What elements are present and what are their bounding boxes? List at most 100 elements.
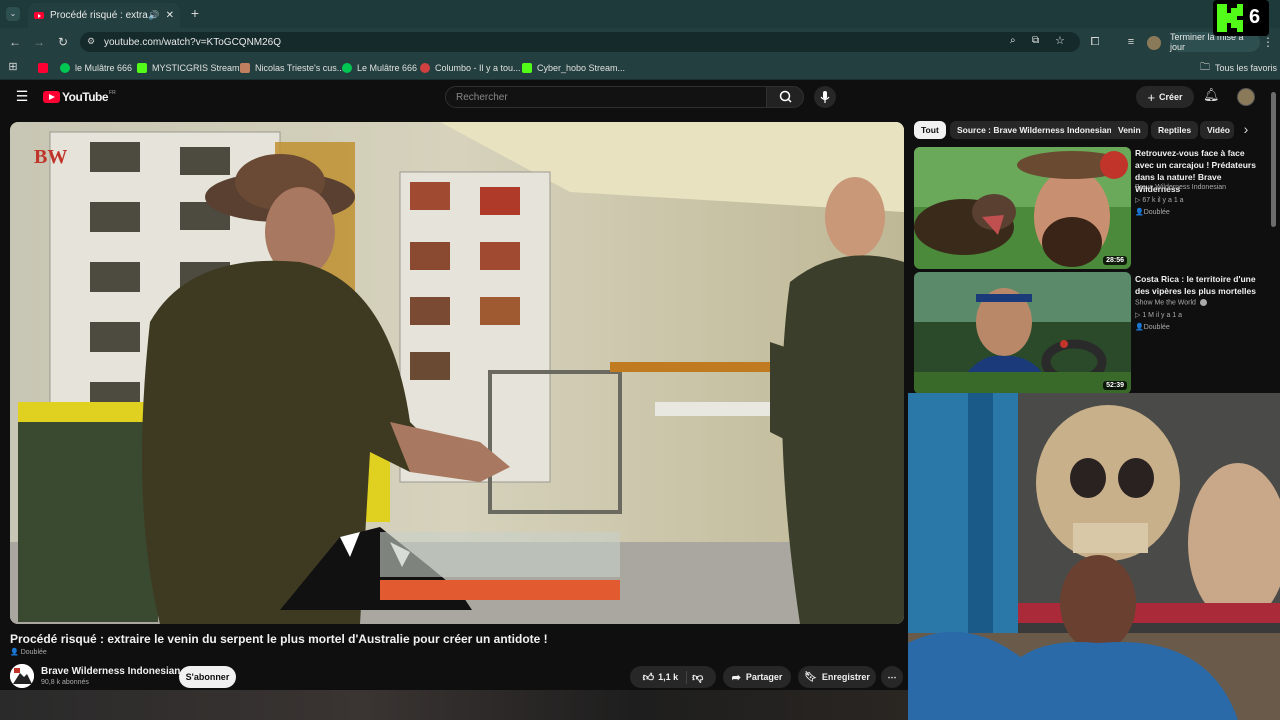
tab-search-icon[interactable]: ⌄ [6, 7, 20, 21]
bookmark-star-icon[interactable]: ☆ [1055, 34, 1065, 47]
channel-watermark: BW [34, 146, 68, 168]
bookmark-item[interactable]: Cyber_hobo Stream... [522, 61, 625, 75]
search-input[interactable]: Rechercher [445, 86, 767, 108]
bookmark-favicon-icon [342, 63, 352, 73]
bookmark-favicon-icon [240, 63, 250, 73]
search-button[interactable] [766, 86, 804, 108]
search-icon [779, 90, 792, 103]
folder-icon: 🗀 [1200, 61, 1210, 73]
recommendation-channel[interactable]: Show Me the World [1135, 299, 1207, 306]
region-code: FR [109, 90, 116, 96]
thumbs-down-icon[interactable]: 👎︎ [692, 671, 703, 684]
channel-logo-icon [10, 664, 34, 688]
url-text: youtube.com/watch?v=KToGCQNM26Q [104, 36, 282, 48]
bookmark-item[interactable]: le Mulâtre 666 [60, 61, 132, 75]
back-icon[interactable]: ← [8, 36, 22, 48]
recommendation-title[interactable]: Costa Rica : le territoire d'une des vip… [1135, 273, 1265, 297]
kick-logo-icon [1217, 4, 1243, 32]
youtube-bookmark-icon[interactable] [38, 61, 53, 75]
channel-name[interactable]: Brave Wilderness Indonesian [41, 666, 180, 677]
page-scrollbar[interactable] [1271, 92, 1276, 227]
recommendation-thumbnail[interactable]: 28:56 [914, 147, 1131, 269]
account-avatar[interactable] [1237, 88, 1255, 106]
dubbed-icon: 👤 [1135, 324, 1144, 331]
reload-icon[interactable]: ↻ [56, 36, 70, 48]
subscriber-count: 90,8 k abonnés [41, 679, 89, 686]
bookmark-item[interactable]: Le Mulâtre 666 [342, 61, 417, 75]
chip-all[interactable]: Tout [914, 121, 946, 139]
create-button[interactable]: + Créer [1136, 86, 1194, 108]
share-icon: ➦ [731, 671, 741, 684]
zoom-icon[interactable]: ⌕ [1010, 35, 1016, 46]
bookmark-item[interactable]: Nicolas Trieste's cus... [240, 61, 344, 75]
plus-icon: + [1147, 89, 1156, 105]
youtube-logo[interactable]: YouTube FR [43, 90, 116, 104]
youtube-logo-icon [43, 91, 60, 103]
share-button[interactable]: ➦ Partager [723, 666, 791, 688]
apps-grid-icon[interactable]: ⊞ [7, 61, 19, 73]
browser-tab-active[interactable]: Procédé risqué : extraire le 🔊 ✕ [28, 3, 180, 28]
bookmark-favicon-icon [60, 63, 70, 73]
recommendation-stats: ▷ 67 k il y a 1 a [1135, 197, 1184, 204]
kick-favicon-icon [137, 63, 147, 73]
like-button[interactable]: 👍︎ 1,1 k [642, 670, 688, 684]
video-player[interactable]: BW [10, 122, 904, 624]
dubbed-icon: 👤 [10, 649, 19, 656]
webcam-image [908, 393, 1280, 720]
all-bookmarks[interactable]: 🗀 Tous les favoris [1200, 61, 1277, 75]
browser-tab-strip: ⌄ Procédé risqué : extraire le 🔊 ✕ + [0, 0, 1280, 28]
youtube-logo-text: YouTube [62, 90, 109, 104]
microphone-icon [820, 91, 830, 103]
youtube-favicon-icon [34, 12, 44, 19]
kick-favicon-icon [522, 63, 532, 73]
reading-list-icon[interactable]: ≡ [1124, 36, 1138, 48]
notifications-bell-icon[interactable]: 🔔︎ [1203, 88, 1220, 101]
new-tab-icon[interactable]: + [188, 6, 202, 20]
dubbed-badge: 👤 Doublée [10, 648, 47, 657]
dubbed-icon: 👤 [1135, 209, 1144, 216]
kick-viewer-badge: 6 [1213, 0, 1269, 36]
recommendation-channel[interactable]: Brave Wilderness Indonesian [1135, 184, 1226, 191]
tab-title: Procédé risqué : extraire le [50, 10, 148, 21]
chevron-right-icon[interactable]: › [1240, 122, 1252, 136]
recommendation-thumbnail[interactable]: 52:39 [914, 272, 1131, 394]
more-actions-button[interactable]: ⋯ [881, 666, 903, 688]
video-duration: 28:56 [1103, 256, 1127, 265]
dubbed-badge: 👤Doublée [1135, 209, 1170, 216]
video-title: Procédé risqué : extraire le venin du se… [10, 632, 548, 646]
extensions-icon[interactable]: ⧠ [1088, 36, 1102, 48]
chip-video[interactable]: Vidéo [1200, 121, 1234, 139]
profile-avatar-icon[interactable] [1147, 36, 1161, 50]
streamer-webcam-overlay [908, 393, 1280, 720]
speaker-icon: 🔊 [148, 10, 160, 20]
address-bar[interactable]: ⚙ youtube.com/watch?v=KToGCQNM26Q ⌕ ⧉ ☆ [80, 32, 1080, 52]
bookmark-icon: 🔖︎ [804, 671, 817, 683]
chip-source[interactable]: Source : Brave Wilderness Indonesian [950, 121, 1119, 139]
bookmark-item[interactable]: Columbo - Il y a tou... [420, 61, 521, 75]
like-dislike-group: 👍︎ 1,1 k 👎︎ [630, 666, 716, 688]
voice-search-button[interactable] [814, 86, 836, 108]
subscribe-button[interactable]: S'abonner [179, 666, 236, 688]
video-duration: 52:39 [1103, 381, 1127, 390]
more-horizontal-icon: ⋯ [887, 671, 897, 682]
thumbs-up-icon: 👍︎ [642, 671, 655, 684]
install-icon[interactable]: ⧉ [1032, 35, 1039, 46]
forward-icon[interactable]: → [32, 36, 46, 48]
kick-viewer-count: 6 [1249, 6, 1261, 28]
bookmarks-bar: ⊞ le Mulâtre 666 MYSTICGRIS Stream... Ni… [0, 56, 1280, 80]
channel-avatar[interactable] [10, 664, 34, 688]
bookmark-item[interactable]: MYSTICGRIS Stream... [137, 61, 247, 75]
thumbnail-image [914, 147, 1131, 269]
tab-close-icon[interactable]: ✕ [166, 10, 174, 21]
thumbnail-image [914, 272, 1131, 394]
chip-venin[interactable]: Venin [1111, 121, 1148, 139]
chip-reptiles[interactable]: Reptiles [1151, 121, 1199, 139]
hamburger-menu-icon[interactable]: ☰ [15, 89, 29, 103]
verified-icon [1199, 299, 1207, 306]
save-button[interactable]: 🔖︎ Enregistrer [798, 666, 876, 688]
menu-kebab-icon[interactable]: ⋮ [1262, 36, 1274, 48]
video-frame [10, 122, 904, 624]
site-info-icon[interactable]: ⚙ [87, 36, 95, 47]
recommendation-stats: ▷ 1 M il y a 1 a [1135, 312, 1183, 319]
dubbed-badge: 👤Doublée [1135, 324, 1170, 331]
